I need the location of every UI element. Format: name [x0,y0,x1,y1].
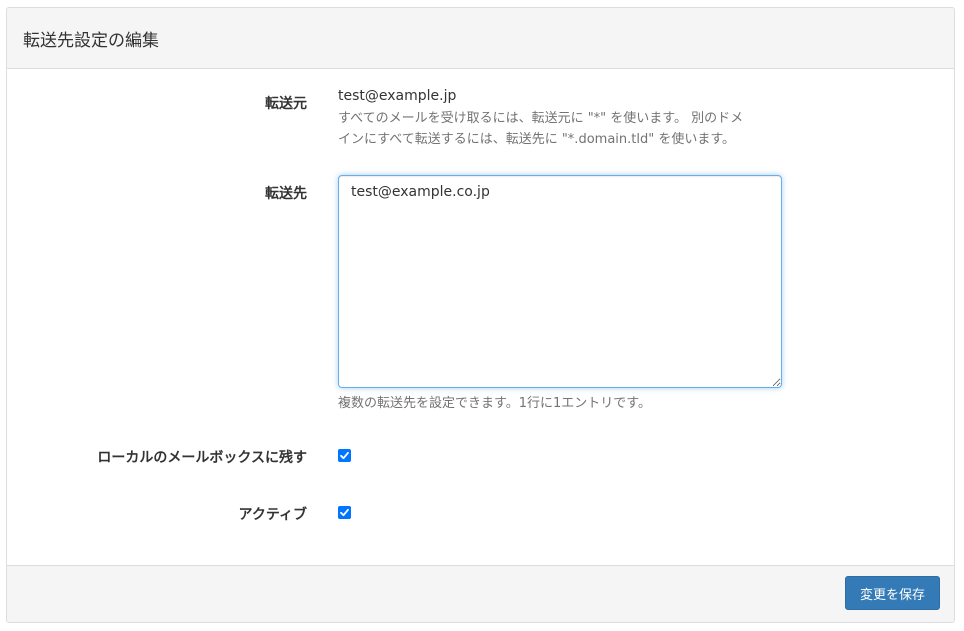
panel-heading: 転送先設定の編集 [7,8,954,69]
panel-footer: 変更を保存 [7,565,954,622]
destination-textarea[interactable] [338,175,782,388]
keep-local-checkbox[interactable] [338,449,351,462]
check-icon [340,451,349,460]
active-checkbox[interactable] [338,506,351,519]
save-changes-button[interactable]: 変更を保存 [844,576,940,610]
keep-local-label: ローカルのメールボックスに残す [97,450,307,466]
destination-label: 転送先 [265,186,307,202]
source-help-line1: すべてのメールを受け取るには、転送元に "*" を使います。 別のドメ [338,111,744,126]
edit-forward-panel: 転送先設定の編集 転送元 test@example.jp すべてのメールを受け取… [6,7,955,623]
source-value: test@example.jp [338,88,457,104]
check-icon [340,508,349,517]
page-title: 転送先設定の編集 [23,31,159,51]
destination-help: 複数の転送先を設定できます。1行に1エントリです。 [338,396,651,411]
active-label: アクティブ [238,507,307,523]
source-label: 転送元 [265,96,307,112]
source-help-line2: インにすべて転送するには、転送先に "*.domain.tld" を使います。 [338,132,736,147]
